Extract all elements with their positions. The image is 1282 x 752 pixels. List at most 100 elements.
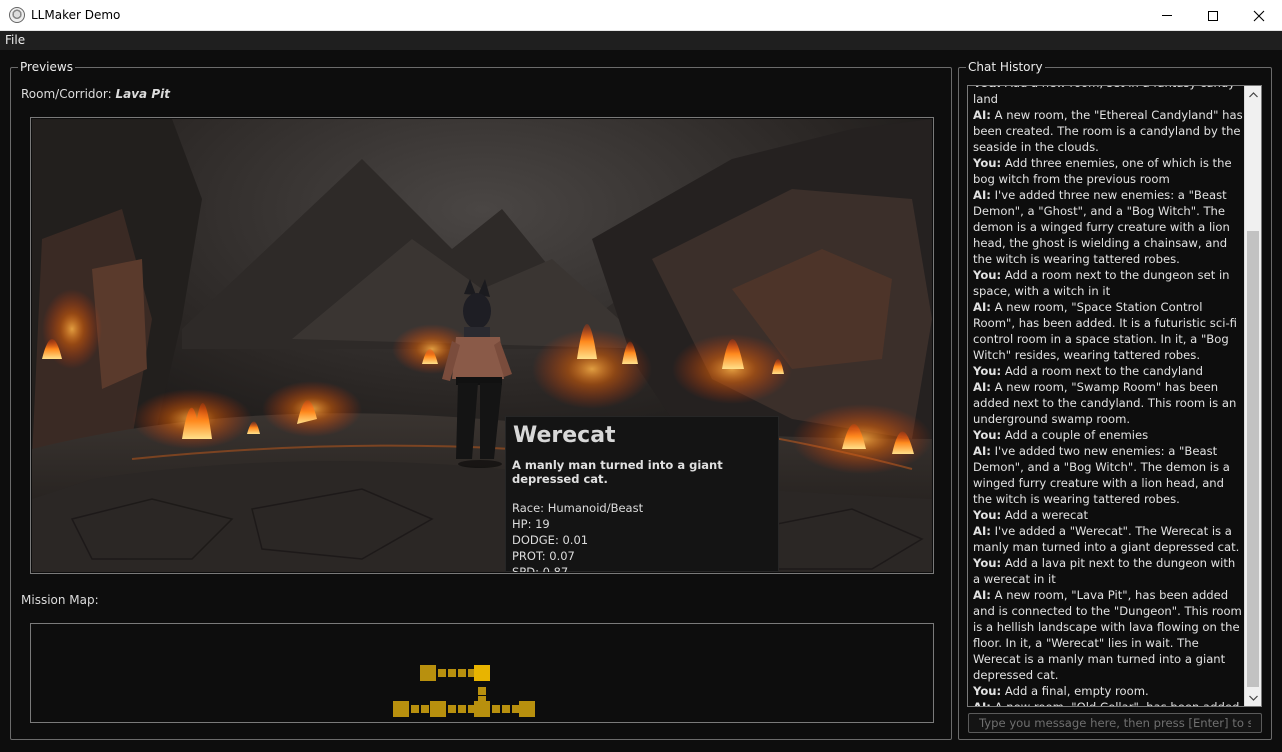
minimize-icon [1162,15,1172,16]
chat-message-author: AI: [973,588,991,602]
chat-message-author: AI: [973,700,991,706]
map-corridor [492,705,500,713]
window-title: LLMaker Demo [31,8,121,22]
enemy-tooltip: Werecat A manly man turned into a giant … [505,416,779,572]
chat-input[interactable] [968,713,1262,733]
stat-prot: PROT: 0.07 [512,549,575,563]
chat-message: AI: A new room, "Swamp Room" has been ad… [973,379,1245,427]
scroll-up-button[interactable] [1245,86,1261,103]
chat-message-text: A new room, "Space Station Control Room"… [973,300,1237,362]
chat-message-author: You: [973,86,1001,90]
room-name: Lava Pit [115,87,170,101]
room-preview-image: Werecat A manly man turned into a giant … [32,119,932,572]
close-button[interactable] [1236,0,1282,31]
chat-message-author: You: [973,268,1002,282]
mission-map-label: Mission Map: [21,593,99,607]
chat-message-text: I've added three new enemies: a "Beast D… [973,188,1230,266]
mission-map [30,623,934,723]
chevron-up-icon [1248,91,1258,97]
map-corridor [448,705,456,713]
chat-message-text: Add three enemies, one of which is the b… [973,156,1232,186]
enemy-description: A manly man turned into a giant depresse… [512,458,723,486]
enemy-stats: Race: Humanoid/Beast HP: 19 DODGE: 0.01 … [512,500,772,572]
map-room[interactable] [474,701,490,717]
chat-log[interactable]: You: Add a new room, set in a fantasy ca… [967,85,1262,707]
map-room[interactable] [420,665,436,681]
chat-message-text: I've added a "Werecat". The Werecat is a… [973,524,1240,554]
chat-message: AI: A new room, "Lava Pit", has been add… [973,587,1245,683]
chat-message: You: Add a werecat [973,507,1245,523]
maximize-button[interactable] [1190,0,1236,31]
map-corridor [478,687,486,695]
chat-message-text: Add a room next to the dungeon set in sp… [973,268,1230,298]
map-corridor [458,705,466,713]
map-corridor [438,669,446,677]
stat-dodge: DODGE: 0.01 [512,533,589,547]
title-bar: LLMaker Demo [0,0,1282,31]
map-room[interactable] [393,701,409,717]
chat-message-text: A new room, "Lava Pit", has been added a… [973,588,1242,682]
stat-hp: HP: 19 [512,517,550,531]
chat-message-author: You: [973,364,1002,378]
chat-message-author: AI: [973,524,991,538]
mission-map-graph [393,665,535,717]
map-room-current[interactable] [474,665,490,681]
scroll-thumb[interactable] [1247,231,1259,687]
chat-message-text: Add a couple of enemies [1001,428,1149,442]
chat-message-author: AI: [973,300,991,314]
map-corridor [448,669,456,677]
chat-message-text: A new room, "Swamp Room" has been added … [973,380,1237,426]
map-corridor [421,705,429,713]
chat-message: You: Add a lava pit next to the dungeon … [973,555,1245,587]
chat-message-author: AI: [973,444,991,458]
chat-message: AI: I've added three new enemies: a "Bea… [973,187,1245,267]
chat-message-text: Add a werecat [1001,508,1089,522]
chat-message-text: Add a room next to the candyland [1001,364,1203,378]
room-label-prefix: Room/Corridor: [21,87,112,101]
chat-history-title: Chat History [966,60,1045,74]
chat-message-text: A new room, "Old Cellar", has been added… [973,700,1240,706]
chevron-down-icon [1248,695,1258,701]
chat-message-author: AI: [973,108,991,122]
chat-history-group: Chat History You: Add a new room, set in… [958,60,1272,740]
scroll-down-button[interactable] [1245,689,1261,706]
chat-scrollbar[interactable] [1244,86,1261,706]
chat-message: You: Add a new room, set in a fantasy ca… [973,86,1245,107]
chat-message-author: You: [973,508,1002,522]
menu-file[interactable]: File [5,33,25,47]
menu-bar: File [0,31,1282,50]
chat-message-author: You: [973,428,1002,442]
chat-message: You: Add three enemies, one of which is … [973,155,1245,187]
map-room[interactable] [430,701,446,717]
previews-title: Previews [18,60,75,74]
chat-message: AI: A new room, the "Ethereal Candyland"… [973,107,1245,155]
chat-message-author: You: [973,156,1002,170]
chat-message-author: AI: [973,188,991,202]
room-preview-frame: Werecat A manly man turned into a giant … [30,117,934,574]
map-corridor [411,705,419,713]
maximize-icon [1208,10,1218,21]
chat-message: AI: A new room, "Old Cellar", has been a… [973,699,1245,706]
chat-message-text: Add a lava pit next to the dungeon with … [973,556,1236,586]
chat-message-author: AI: [973,380,991,394]
chat-message: You: Add a room next to the dungeon set … [973,267,1245,299]
map-corridor [502,705,510,713]
previews-group: Previews Room/Corridor: Lava Pit Werecat… [10,60,952,740]
close-icon [1253,10,1265,21]
chat-messages: You: Add a new room, set in a fantasy ca… [973,86,1245,706]
chat-message-author: You: [973,556,1002,570]
map-room[interactable] [519,701,535,717]
chat-message: You: Add a couple of enemies [973,427,1245,443]
lava-pit-scene [32,119,932,572]
chat-message: You: Add a final, empty room. [973,683,1245,699]
chat-message-author: You: [973,684,1002,698]
map-corridor [512,705,520,713]
chat-message-text: I've added two new enemies: a "Beast Dem… [973,444,1230,506]
chat-message: AI: I've added two new enemies: a "Beast… [973,443,1245,507]
minimize-button[interactable] [1144,0,1190,31]
enemy-name: Werecat [513,423,616,448]
chat-message: AI: I've added a "Werecat". The Werecat … [973,523,1245,555]
map-corridor [458,669,466,677]
chat-message: AI: A new room, "Space Station Control R… [973,299,1245,363]
room-label: Room/Corridor: Lava Pit [21,87,170,101]
